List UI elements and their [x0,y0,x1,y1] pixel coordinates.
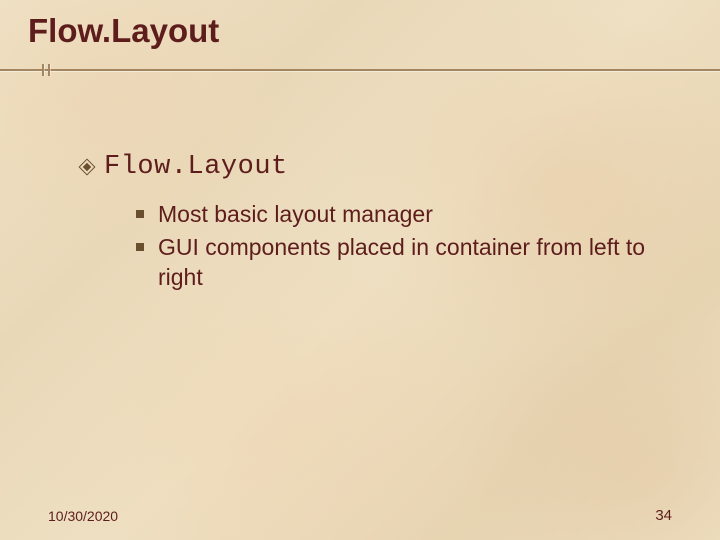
section-heading: Flow.Layout [104,152,288,182]
list-item: Most basic layout manager [136,200,672,229]
footer-date: 10/30/2020 [48,508,118,524]
diamond-bullet-icon [80,160,94,174]
section-heading-row: Flow.Layout [80,152,680,182]
title-divider [0,64,720,76]
list-item-text: GUI components placed in container from … [158,233,672,292]
bullet-list: Most basic layout manager GUI components… [136,200,672,296]
footer-page-number: 34 [655,507,672,524]
slide-title: Flow.Layout [28,12,219,50]
square-bullet-icon [136,243,144,251]
square-bullet-icon [136,210,144,218]
list-item-text: Most basic layout manager [158,200,433,229]
list-item: GUI components placed in container from … [136,233,672,292]
